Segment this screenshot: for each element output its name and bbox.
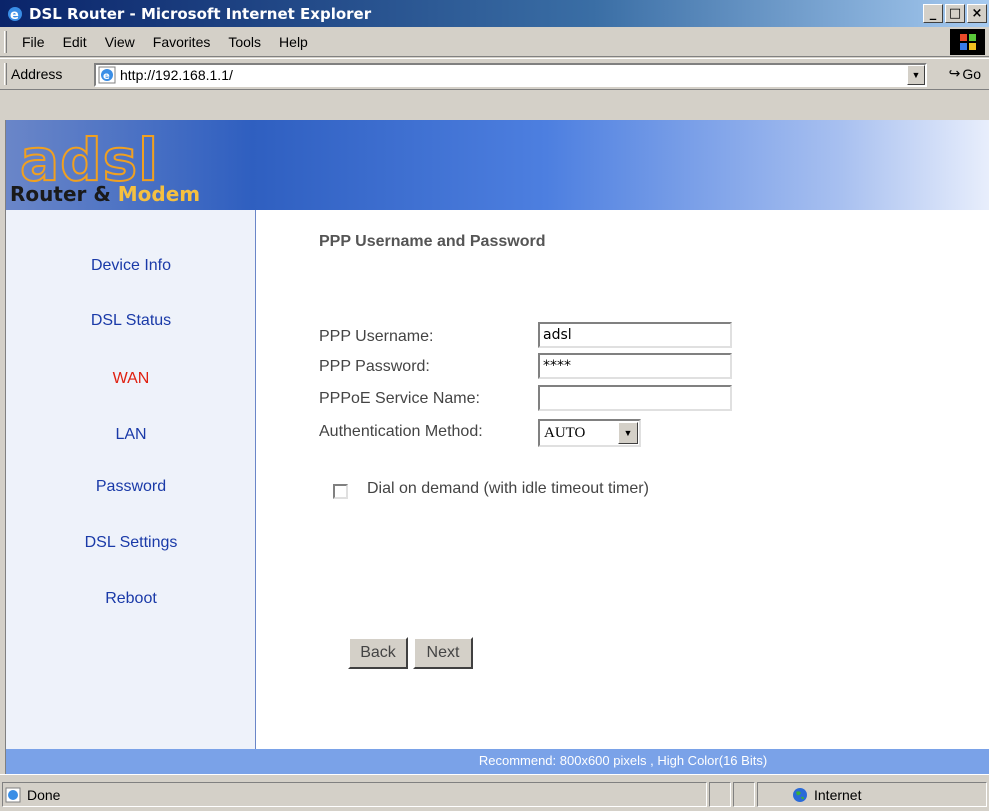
- sidebar-item-dsl-status[interactable]: DSL Status: [6, 312, 256, 330]
- minimize-button[interactable]: _: [923, 4, 943, 23]
- auth-method-select[interactable]: AUTO ▼: [538, 419, 641, 447]
- chevron-down-icon[interactable]: ▼: [618, 422, 638, 444]
- svg-text:e: e: [103, 71, 110, 82]
- menu-file[interactable]: File: [13, 34, 54, 50]
- status-text-cell: Done: [2, 782, 707, 807]
- resolution-note: Recommend: 800x600 pixels , High Color(1…: [478, 753, 768, 768]
- window-controls: _ □ ×: [923, 4, 987, 23]
- username-field[interactable]: adsl: [538, 322, 732, 348]
- password-field[interactable]: ****: [538, 353, 732, 379]
- footer-strip: Recommend: 800x600 pixels , High Color(1…: [6, 749, 989, 774]
- page-done-icon: [5, 787, 21, 802]
- toolbar-grip[interactable]: [4, 30, 7, 53]
- sidebar-item-reboot[interactable]: Reboot: [6, 590, 256, 608]
- sidebar-item-device-info[interactable]: Device Info: [6, 257, 256, 275]
- frame-top-border: [0, 91, 989, 120]
- status-text: Done: [27, 786, 61, 803]
- auth-method-value: AUTO: [544, 424, 586, 441]
- menu-help[interactable]: Help: [270, 34, 317, 50]
- menu-view[interactable]: View: [96, 34, 144, 50]
- menu-favorites[interactable]: Favorites: [144, 34, 220, 50]
- svg-text:e: e: [10, 8, 19, 23]
- page-content: adsl Router & Modem Device Info DSL Stat…: [6, 120, 989, 774]
- dial-on-demand-checkbox[interactable]: [333, 484, 348, 499]
- windows-logo-icon: [950, 29, 985, 55]
- security-zone-cell: Internet: [757, 782, 987, 807]
- maximize-button[interactable]: □: [945, 4, 965, 23]
- sidebar-item-lan[interactable]: LAN: [6, 426, 256, 444]
- sidebar-nav: Device Info DSL Status WAN LAN Password …: [6, 210, 256, 774]
- close-button[interactable]: ×: [967, 4, 987, 23]
- ie-logo-icon: e: [8, 6, 22, 23]
- main-panel: PPP Username and Password PPP Username: …: [257, 210, 989, 774]
- address-dropdown-button[interactable]: ▼: [907, 65, 925, 85]
- logo-subtitle-router: Router &: [10, 182, 118, 206]
- password-label: PPP Password:: [319, 358, 430, 375]
- address-url: http://192.168.1.1/: [120, 67, 233, 83]
- globe-icon: [793, 787, 807, 802]
- address-bar: Address e http://192.168.1.1/ ▼ ↪ Go: [0, 58, 989, 90]
- window-titlebar: e DSL Router - Microsoft Internet Explor…: [0, 0, 989, 27]
- sidebar-item-dsl-settings[interactable]: DSL Settings: [6, 534, 256, 552]
- address-label: Address: [11, 66, 63, 82]
- sidebar-item-wan[interactable]: WAN: [6, 370, 256, 388]
- menu-bar: File Edit View Favorites Tools Help: [0, 27, 989, 57]
- status-pane: [709, 782, 731, 807]
- back-button[interactable]: Back: [348, 637, 408, 669]
- dial-on-demand-label: Dial on demand (with idle timeout timer): [367, 480, 649, 497]
- status-pane: [733, 782, 755, 807]
- logo-subtitle: Router & Modem: [10, 182, 200, 206]
- logo-subtitle-modem: Modem: [117, 182, 201, 206]
- service-name-label: PPPoE Service Name:: [319, 390, 480, 407]
- status-bar: Done Internet: [0, 774, 989, 811]
- page-title: PPP Username and Password: [319, 233, 546, 250]
- security-zone: Internet: [814, 786, 862, 803]
- username-label: PPP Username:: [319, 328, 434, 345]
- sidebar-item-password[interactable]: Password: [6, 478, 256, 496]
- router-banner: adsl Router & Modem: [6, 120, 989, 210]
- service-name-field[interactable]: [538, 385, 732, 411]
- toolbar-grip[interactable]: [4, 63, 7, 85]
- window-title: DSL Router - Microsoft Internet Explorer: [29, 4, 372, 23]
- go-label: Go: [962, 65, 981, 82]
- auth-method-label: Authentication Method:: [319, 423, 483, 440]
- menu-edit[interactable]: Edit: [54, 34, 96, 50]
- go-button[interactable]: ↪ Go: [949, 65, 981, 82]
- next-button[interactable]: Next: [413, 637, 473, 669]
- address-input[interactable]: e http://192.168.1.1/ ▼: [94, 63, 927, 87]
- go-arrow-icon: ↪: [948, 65, 961, 81]
- menu-tools[interactable]: Tools: [219, 34, 270, 50]
- page-icon: e: [98, 66, 116, 84]
